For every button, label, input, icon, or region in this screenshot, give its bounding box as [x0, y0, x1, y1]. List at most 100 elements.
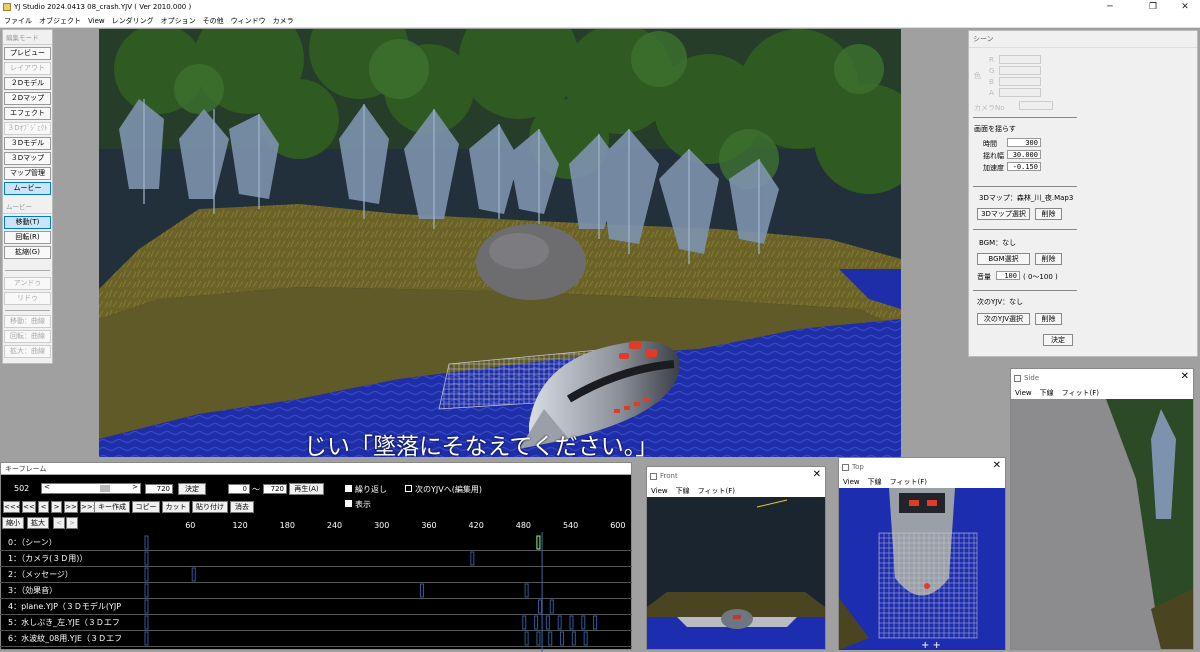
prev-button[interactable]: <	[38, 501, 49, 513]
camera-no-field[interactable]	[1019, 101, 1053, 110]
movie-tool-button-1[interactable]: 回転(R)	[4, 231, 51, 244]
keyframe-mark[interactable]	[144, 567, 149, 582]
scroll-left-button[interactable]: <	[53, 517, 65, 529]
keyframe-mark[interactable]	[571, 631, 576, 646]
keyframe-mark[interactable]	[569, 615, 574, 630]
front-menu-view[interactable]: View	[651, 487, 668, 495]
keyframe-mark[interactable]	[144, 599, 149, 614]
keyframe-mark[interactable]	[549, 599, 554, 614]
keyframe-mark[interactable]	[144, 583, 149, 598]
keyframe-mark[interactable]	[536, 631, 541, 646]
first-key-button[interactable]: <<<	[3, 501, 22, 513]
menu-camera[interactable]: カメラ	[273, 16, 294, 26]
mode-button-0[interactable]: プレビュー	[4, 47, 51, 60]
3d-viewport[interactable]: じい「墜落にそなえてください。」	[99, 29, 901, 457]
amplitude-field[interactable]: 30.000	[1007, 150, 1041, 159]
menu-object[interactable]: オブジェクト	[39, 16, 81, 26]
side-menu-fit[interactable]: フィット(F)	[1062, 388, 1099, 398]
play-button[interactable]: 再生(A)	[289, 483, 324, 495]
side-menu-view[interactable]: View	[1015, 389, 1032, 397]
keyframe-mark[interactable]	[522, 615, 527, 630]
keyframe-mark[interactable]	[470, 551, 475, 566]
top-menu-underline[interactable]: 下線	[868, 477, 882, 487]
create-key-button[interactable]: キー作成	[94, 501, 130, 513]
volume-field[interactable]: 100	[996, 271, 1020, 280]
a-field[interactable]	[999, 88, 1041, 97]
cut-button[interactable]: カット	[162, 501, 190, 513]
slider-thumb[interactable]	[100, 485, 110, 492]
undo-redo-button-1[interactable]: リドゥ	[4, 292, 51, 305]
keyframe-mark[interactable]	[593, 615, 598, 630]
undo-redo-button-0[interactable]: アンドゥ	[4, 277, 51, 290]
keyframe-mark[interactable]	[534, 615, 539, 630]
slider-right-arrow[interactable]: >	[132, 483, 138, 491]
keyframe-mark[interactable]	[557, 615, 562, 630]
menu-other[interactable]: その他	[203, 16, 224, 26]
close-icon[interactable]: ✕	[1181, 371, 1189, 382]
mode-button-2[interactable]: ２Dモデル	[4, 77, 51, 90]
next-yjv-select-button[interactable]: 次のYJV選択	[977, 313, 1030, 325]
mode-button-7[interactable]: ３Dマップ	[4, 152, 51, 165]
keyframe-mark[interactable]	[419, 583, 424, 598]
close-button[interactable]: ✕	[1170, 0, 1200, 14]
mode-button-4[interactable]: エフェクト	[4, 107, 51, 120]
curve-button-2[interactable]: 拡大：曲線	[4, 345, 51, 358]
keyframe-mark[interactable]	[191, 567, 196, 582]
range-end-field[interactable]: 720	[263, 484, 287, 494]
acceleration-field[interactable]: -0.150	[1007, 162, 1041, 171]
prev-10-button[interactable]: <<	[22, 501, 36, 513]
keyframe-mark[interactable]	[583, 631, 588, 646]
side-menu-underline[interactable]: 下線	[1040, 388, 1054, 398]
zoom-in-button[interactable]: 拡大	[27, 517, 49, 529]
time-field[interactable]: 300	[1007, 138, 1041, 147]
curve-button-1[interactable]: 回転：曲線	[4, 330, 51, 343]
end-frame-field[interactable]: 720	[145, 484, 173, 494]
mode-button-1[interactable]: レイアウト	[4, 62, 51, 75]
keyframe-mark[interactable]	[144, 631, 149, 646]
bgm-select-button[interactable]: BGM選択	[977, 253, 1030, 265]
front-menu-fit[interactable]: フィット(F)	[698, 486, 735, 496]
mode-button-5[interactable]: ３Dｵﾌﾞｼﾞｪｸﾄ	[4, 122, 51, 135]
keyframe-mark[interactable]	[545, 615, 550, 630]
curve-button-0[interactable]: 移動：曲線	[4, 315, 51, 328]
maximize-button[interactable]: ❐	[1138, 0, 1168, 14]
next-edit-checkbox[interactable]: 次のYJVへ(編集用)	[405, 484, 482, 495]
keyframe-marks[interactable]	[0, 532, 632, 652]
minimize-button[interactable]: ─	[1095, 0, 1125, 14]
frame-slider[interactable]: < >	[41, 483, 141, 494]
close-icon[interactable]: ✕	[813, 469, 821, 480]
r-field[interactable]	[999, 55, 1041, 64]
bgm-delete-button[interactable]: 削除	[1035, 253, 1062, 265]
next-10-button[interactable]: >>	[64, 501, 78, 513]
mode-button-9[interactable]: ムービー	[4, 182, 51, 195]
map3d-delete-button[interactable]: 削除	[1035, 208, 1062, 220]
map3d-select-button[interactable]: 3Dマップ選択	[977, 208, 1030, 220]
keyframe-mark[interactable]	[538, 599, 542, 614]
menu-view[interactable]: View	[88, 17, 105, 25]
mode-button-3[interactable]: ２Dマップ	[4, 92, 51, 105]
scroll-right-button[interactable]: >	[66, 517, 78, 529]
show-checkbox[interactable]: 表示	[345, 499, 371, 510]
menu-option[interactable]: オプション	[161, 16, 196, 26]
menu-window[interactable]: ウィンドウ	[231, 16, 266, 26]
zoom-out-button[interactable]: 縮小	[2, 517, 24, 529]
top-menu-fit[interactable]: フィット(F)	[890, 477, 927, 487]
b-field[interactable]	[999, 77, 1041, 86]
keyframe-mark[interactable]	[144, 551, 149, 566]
keyframe-mark[interactable]	[581, 615, 586, 630]
keyframe-mark[interactable]	[144, 615, 149, 630]
g-field[interactable]	[999, 66, 1041, 75]
next-button[interactable]: >	[51, 501, 62, 513]
movie-tool-button-0[interactable]: 移動(T)	[4, 216, 51, 229]
keyframe-mark[interactable]	[524, 583, 529, 598]
menu-render[interactable]: レンダリング	[112, 16, 154, 26]
mode-button-6[interactable]: ３Dモデル	[4, 137, 51, 150]
mode-button-8[interactable]: マップ管理	[4, 167, 51, 180]
next-yjv-delete-button[interactable]: 削除	[1035, 313, 1062, 325]
frame-decide-button[interactable]: 決定	[178, 483, 206, 495]
loop-checkbox[interactable]: 繰り返し	[345, 484, 387, 495]
copy-button[interactable]: コピー	[132, 501, 160, 513]
delete-key-button[interactable]: 消去	[230, 501, 254, 513]
range-start-field[interactable]: 0	[228, 484, 250, 494]
slider-left-arrow[interactable]: <	[44, 483, 50, 491]
